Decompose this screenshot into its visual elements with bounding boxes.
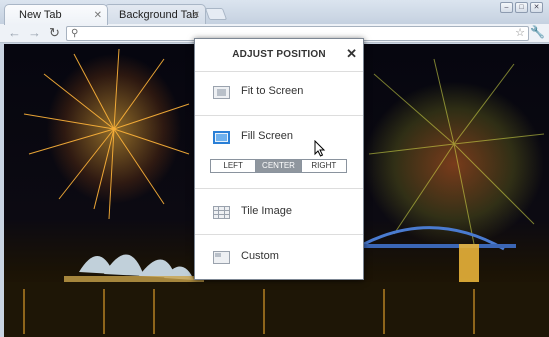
- popup-title: ADJUST POSITION: [232, 49, 326, 60]
- fit-to-screen-icon: [213, 86, 230, 99]
- position-selector: LEFT CENTER RIGHT: [210, 159, 347, 173]
- tile-image-icon: [213, 206, 230, 219]
- window-controls: – □ ✕: [500, 2, 543, 13]
- position-right-button[interactable]: RIGHT: [302, 160, 346, 172]
- firework-burst-right: [368, 58, 545, 245]
- harbour-water: [4, 282, 549, 337]
- option-label: Fill Screen: [241, 130, 293, 142]
- fill-screen-icon: [213, 131, 230, 144]
- position-left-button[interactable]: LEFT: [211, 160, 257, 172]
- wrench-icon[interactable]: 🔧: [530, 25, 545, 39]
- option-label: Custom: [241, 250, 279, 262]
- position-center-button[interactable]: CENTER: [256, 160, 302, 172]
- title-bar: New Tab ✕ Background Tab ✕ – □ ✕: [0, 0, 549, 25]
- tab-background-tab[interactable]: Background Tab ✕: [104, 4, 206, 25]
- harbour-bridge-deck: [356, 244, 516, 248]
- mouse-cursor-icon: [314, 140, 326, 157]
- reload-icon[interactable]: ↻: [49, 25, 60, 41]
- back-icon[interactable]: ←: [8, 25, 21, 41]
- maximize-button[interactable]: □: [515, 2, 528, 13]
- tab-new-tab[interactable]: New Tab ✕: [4, 4, 108, 25]
- custom-option[interactable]: Custom: [195, 243, 363, 271]
- opera-house-base: [64, 276, 204, 282]
- divider: [195, 115, 363, 116]
- divider: [195, 188, 363, 189]
- forward-icon[interactable]: →: [28, 25, 41, 41]
- new-tab-button[interactable]: [204, 8, 228, 20]
- tab-label: Background Tab: [119, 9, 199, 21]
- search-icon: ⚲: [71, 28, 79, 39]
- custom-icon: [213, 251, 230, 264]
- close-icon[interactable]: ✕: [346, 47, 357, 61]
- option-label: Fit to Screen: [241, 85, 304, 97]
- fill-screen-option[interactable]: Fill Screen: [195, 123, 363, 151]
- divider: [195, 71, 363, 72]
- close-window-button[interactable]: ✕: [530, 2, 543, 13]
- firework-burst-left: [23, 48, 190, 220]
- tile-image-option[interactable]: Tile Image: [195, 198, 363, 226]
- star-icon[interactable]: ☆: [515, 27, 525, 40]
- tab-close-icon[interactable]: ✕: [192, 5, 200, 26]
- fit-to-screen-option[interactable]: Fit to Screen: [195, 78, 363, 106]
- bridge-pylon: [459, 244, 479, 284]
- tab-close-icon[interactable]: ✕: [94, 5, 102, 26]
- option-label: Tile Image: [241, 205, 292, 217]
- tab-label: New Tab: [19, 9, 62, 21]
- adjust-position-popup: ADJUST POSITION ✕ Fit to Screen Fill Scr…: [194, 38, 364, 280]
- divider: [195, 234, 363, 235]
- minimize-button[interactable]: –: [500, 2, 513, 13]
